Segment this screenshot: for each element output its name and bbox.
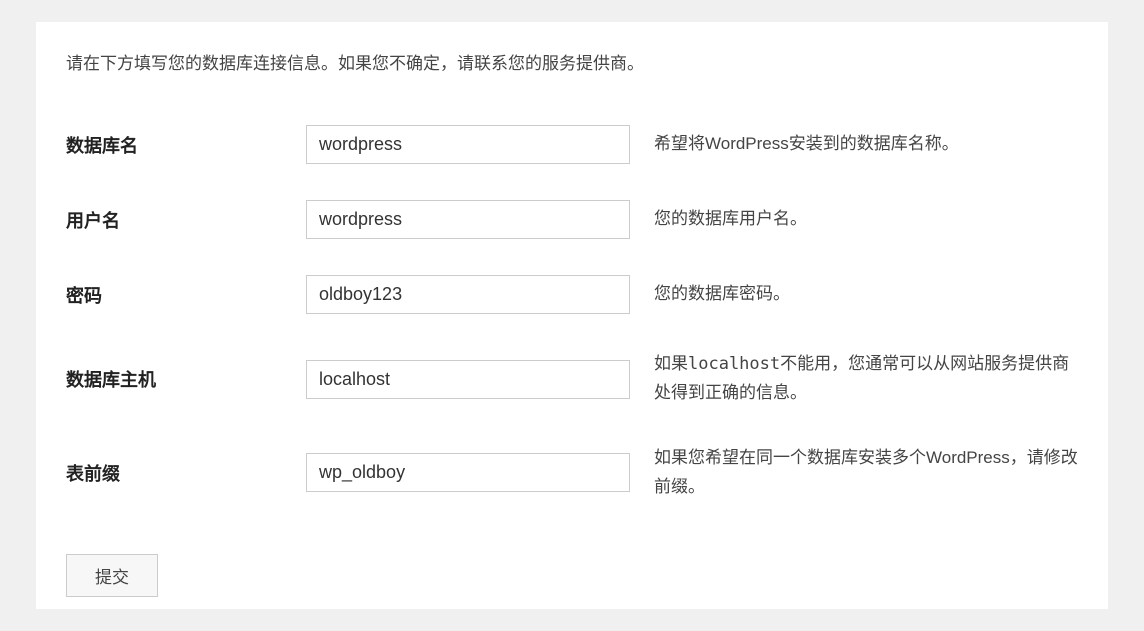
prefix-input[interactable] <box>306 453 630 492</box>
desc-prefix: 如果您希望在同一个数据库安装多个WordPress，请修改前缀。 <box>654 426 1078 520</box>
setup-panel: 请在下方填写您的数据库连接信息。如果您不确定，请联系您的服务提供商。 数据库名 … <box>36 22 1108 609</box>
label-prefix: 表前缀 <box>66 426 306 520</box>
desc-dbhost-code: localhost <box>688 354 780 374</box>
label-username: 用户名 <box>66 182 306 257</box>
submit-button[interactable]: 提交 <box>66 554 158 597</box>
label-password: 密码 <box>66 257 306 332</box>
username-input[interactable] <box>306 200 630 239</box>
label-dbhost: 数据库主机 <box>66 332 306 426</box>
desc-password: 您的数据库密码。 <box>654 257 1078 332</box>
desc-username: 您的数据库用户名。 <box>654 182 1078 257</box>
dbname-input[interactable] <box>306 125 630 164</box>
db-config-form: 数据库名 希望将WordPress安装到的数据库名称。 用户名 您的数据库用户名… <box>66 107 1078 520</box>
dbhost-input[interactable] <box>306 360 630 399</box>
row-dbname: 数据库名 希望将WordPress安装到的数据库名称。 <box>66 107 1078 182</box>
desc-dbname: 希望将WordPress安装到的数据库名称。 <box>654 107 1078 182</box>
row-dbhost: 数据库主机 如果localhost不能用，您通常可以从网站服务提供商处得到正确的… <box>66 332 1078 426</box>
submit-row: 提交 <box>66 554 1078 597</box>
desc-dbhost-pre: 如果 <box>654 354 688 373</box>
label-dbname: 数据库名 <box>66 107 306 182</box>
password-input[interactable] <box>306 275 630 314</box>
row-password: 密码 您的数据库密码。 <box>66 257 1078 332</box>
row-prefix: 表前缀 如果您希望在同一个数据库安装多个WordPress，请修改前缀。 <box>66 426 1078 520</box>
intro-text: 请在下方填写您的数据库连接信息。如果您不确定，请联系您的服务提供商。 <box>66 50 1078 77</box>
desc-dbhost: 如果localhost不能用，您通常可以从网站服务提供商处得到正确的信息。 <box>654 332 1078 426</box>
row-username: 用户名 您的数据库用户名。 <box>66 182 1078 257</box>
